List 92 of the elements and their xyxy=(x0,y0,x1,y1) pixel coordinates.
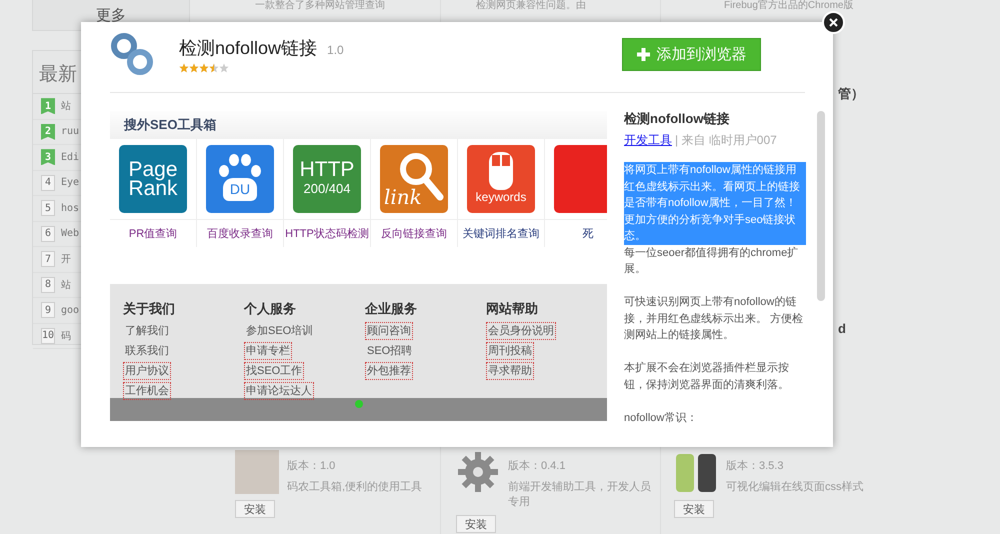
list-item[interactable]: 码 xyxy=(61,328,71,343)
tool-tile[interactable]: Page Rank xyxy=(119,145,187,213)
category-link[interactable]: 开发工具 xyxy=(624,132,672,148)
rank-badge: 1 xyxy=(41,98,55,114)
footer-link[interactable]: SEO招聘 xyxy=(365,342,414,360)
plus-icon xyxy=(636,48,650,60)
footer-heading: 企业服务 xyxy=(365,300,417,318)
tool-link[interactable]: PR值查询 xyxy=(110,219,196,247)
rank-badge: 9 xyxy=(41,302,55,318)
tool-link[interactable]: 百度收录查询 xyxy=(197,219,283,247)
version-text: 版本：0.4.1 xyxy=(508,459,566,473)
description-paragraph: 本扩展不会在浏览器插件栏显示按钮，保持浏览器界面的清爽利落。 xyxy=(624,360,790,392)
rank-badge: 4 xyxy=(41,174,55,191)
tool-link[interactable]: HTTP状态码检测 xyxy=(284,219,370,247)
tool-tile[interactable]: keywords xyxy=(467,145,535,213)
card-description: 前端开发辅助工具，开发人员专用 xyxy=(508,480,652,509)
footer-link[interactable]: 参加SEO培训 xyxy=(244,322,316,340)
tool-link[interactable]: 反向链接查询 xyxy=(371,219,457,247)
gear-icon xyxy=(456,450,500,494)
list-item[interactable]: Eye xyxy=(61,177,80,188)
footer-heading: 关于我们 xyxy=(123,300,175,318)
tile-text: Rank xyxy=(128,179,178,198)
footer-link[interactable]: 申请专栏 xyxy=(244,342,292,360)
card-title: d xyxy=(838,321,847,336)
card-description: 一款整合了多种网站管理查询 xyxy=(255,0,386,11)
tile-text: link xyxy=(384,188,422,207)
list-item[interactable]: 开 xyxy=(61,252,71,266)
close-button[interactable] xyxy=(822,11,845,34)
rank-badge: 5 xyxy=(41,200,55,216)
version-text: 1.0 xyxy=(327,42,344,56)
rank-badge: 8 xyxy=(41,276,55,293)
carousel-dot-icon[interactable] xyxy=(355,400,363,408)
description-paragraph: nofollow常识： xyxy=(624,410,698,426)
list-item[interactable]: Web xyxy=(61,228,80,240)
tool-tile[interactable]: DU xyxy=(206,145,274,213)
tile-text: HTTP xyxy=(300,160,354,179)
rank-badge: 3 xyxy=(41,149,55,166)
list-item[interactable]: 站 xyxy=(61,99,71,114)
footer-link[interactable]: 工作机会 xyxy=(123,382,171,400)
description-paragraph: 每一位seoer都值得拥有的chrome扩展。 xyxy=(624,246,800,277)
card-description: 可视化编辑在线页面css样式 xyxy=(726,480,864,494)
star-icon xyxy=(219,62,229,72)
list-item[interactable]: hos xyxy=(61,202,80,214)
rank-badge: 2 xyxy=(41,124,55,140)
tile-text: Page xyxy=(128,160,178,179)
list-item[interactable]: 站 xyxy=(61,278,71,292)
card-description: 码农工具箱,便利的使用工具 xyxy=(287,480,424,494)
close-icon xyxy=(829,18,838,27)
rank-badge: 10 xyxy=(41,328,55,344)
list-item[interactable]: Edi xyxy=(61,152,80,163)
install-button[interactable]: 安装 xyxy=(674,500,714,518)
footer-link[interactable]: 寻求帮助 xyxy=(486,362,534,380)
list-item[interactable]: goo xyxy=(61,304,80,316)
tool-link[interactable]: 关键词排名查询 xyxy=(458,219,544,247)
star-icon xyxy=(199,62,209,72)
tile-text: 200/404 xyxy=(304,180,350,198)
footer-link[interactable]: 会员身份说明 xyxy=(486,322,556,340)
footer-heading: 个人服务 xyxy=(244,300,296,318)
description-paragraph: 可快速识别网页上带有nofollow的链接，并用红色虚线标示出来。 方便检测网站上的链接属性。 xyxy=(624,295,804,343)
footer-link[interactable]: 周刊投稿 xyxy=(486,342,534,360)
footer-link[interactable]: 联系我们 xyxy=(123,342,171,360)
tool-tile[interactable]: link xyxy=(380,145,448,213)
details-title: 检测nofollow链接 xyxy=(624,111,730,128)
tool-tile[interactable] xyxy=(554,145,607,213)
tile-text: keywords xyxy=(476,189,526,206)
source-text: | 来自 临时用户007 xyxy=(675,132,777,148)
scrollbar-thumb[interactable] xyxy=(817,111,825,301)
footer-link[interactable]: 找SEO工作 xyxy=(244,362,304,380)
footer-link[interactable]: 外包推荐 xyxy=(365,362,413,380)
version-text: 版本：1.0 xyxy=(287,459,336,473)
star-icon xyxy=(179,62,189,72)
install-button[interactable]: 安装 xyxy=(235,500,275,518)
rank-badge: 6 xyxy=(41,226,55,242)
mouse-icon xyxy=(488,151,514,191)
install-button[interactable]: 安装 xyxy=(456,515,496,533)
footer-link[interactable]: 了解我们 xyxy=(123,322,171,340)
tile-text: DU xyxy=(222,178,258,201)
footer-link[interactable]: 用户协议 xyxy=(123,362,171,380)
toolbox-header: 搜外SEO工具箱 xyxy=(110,111,607,139)
rank-badge: 7 xyxy=(41,251,55,268)
version-text: 版本：3.5.3 xyxy=(726,459,784,473)
star-icon xyxy=(189,62,199,72)
footer-link[interactable]: 申请论坛达人 xyxy=(244,382,314,400)
star-icon xyxy=(209,62,219,72)
chain-link-icon xyxy=(110,32,154,76)
card-title: 管） xyxy=(838,85,865,103)
tool-tile[interactable]: HTTP 200/404 xyxy=(293,145,361,213)
description-paragraph: 将网页上带有nofollow属性的链接用红色虚线标示出来。看网页上的链接是否带有nofollow属性，一目了然！更加方便的分析竞争对手seo链接状态。 xyxy=(624,162,806,244)
footer-heading: 网站帮助 xyxy=(486,300,538,318)
photo-placeholder xyxy=(235,450,279,494)
list-item[interactable]: ruu xyxy=(61,126,80,138)
footer-link[interactable]: 顾问咨询 xyxy=(365,322,413,340)
